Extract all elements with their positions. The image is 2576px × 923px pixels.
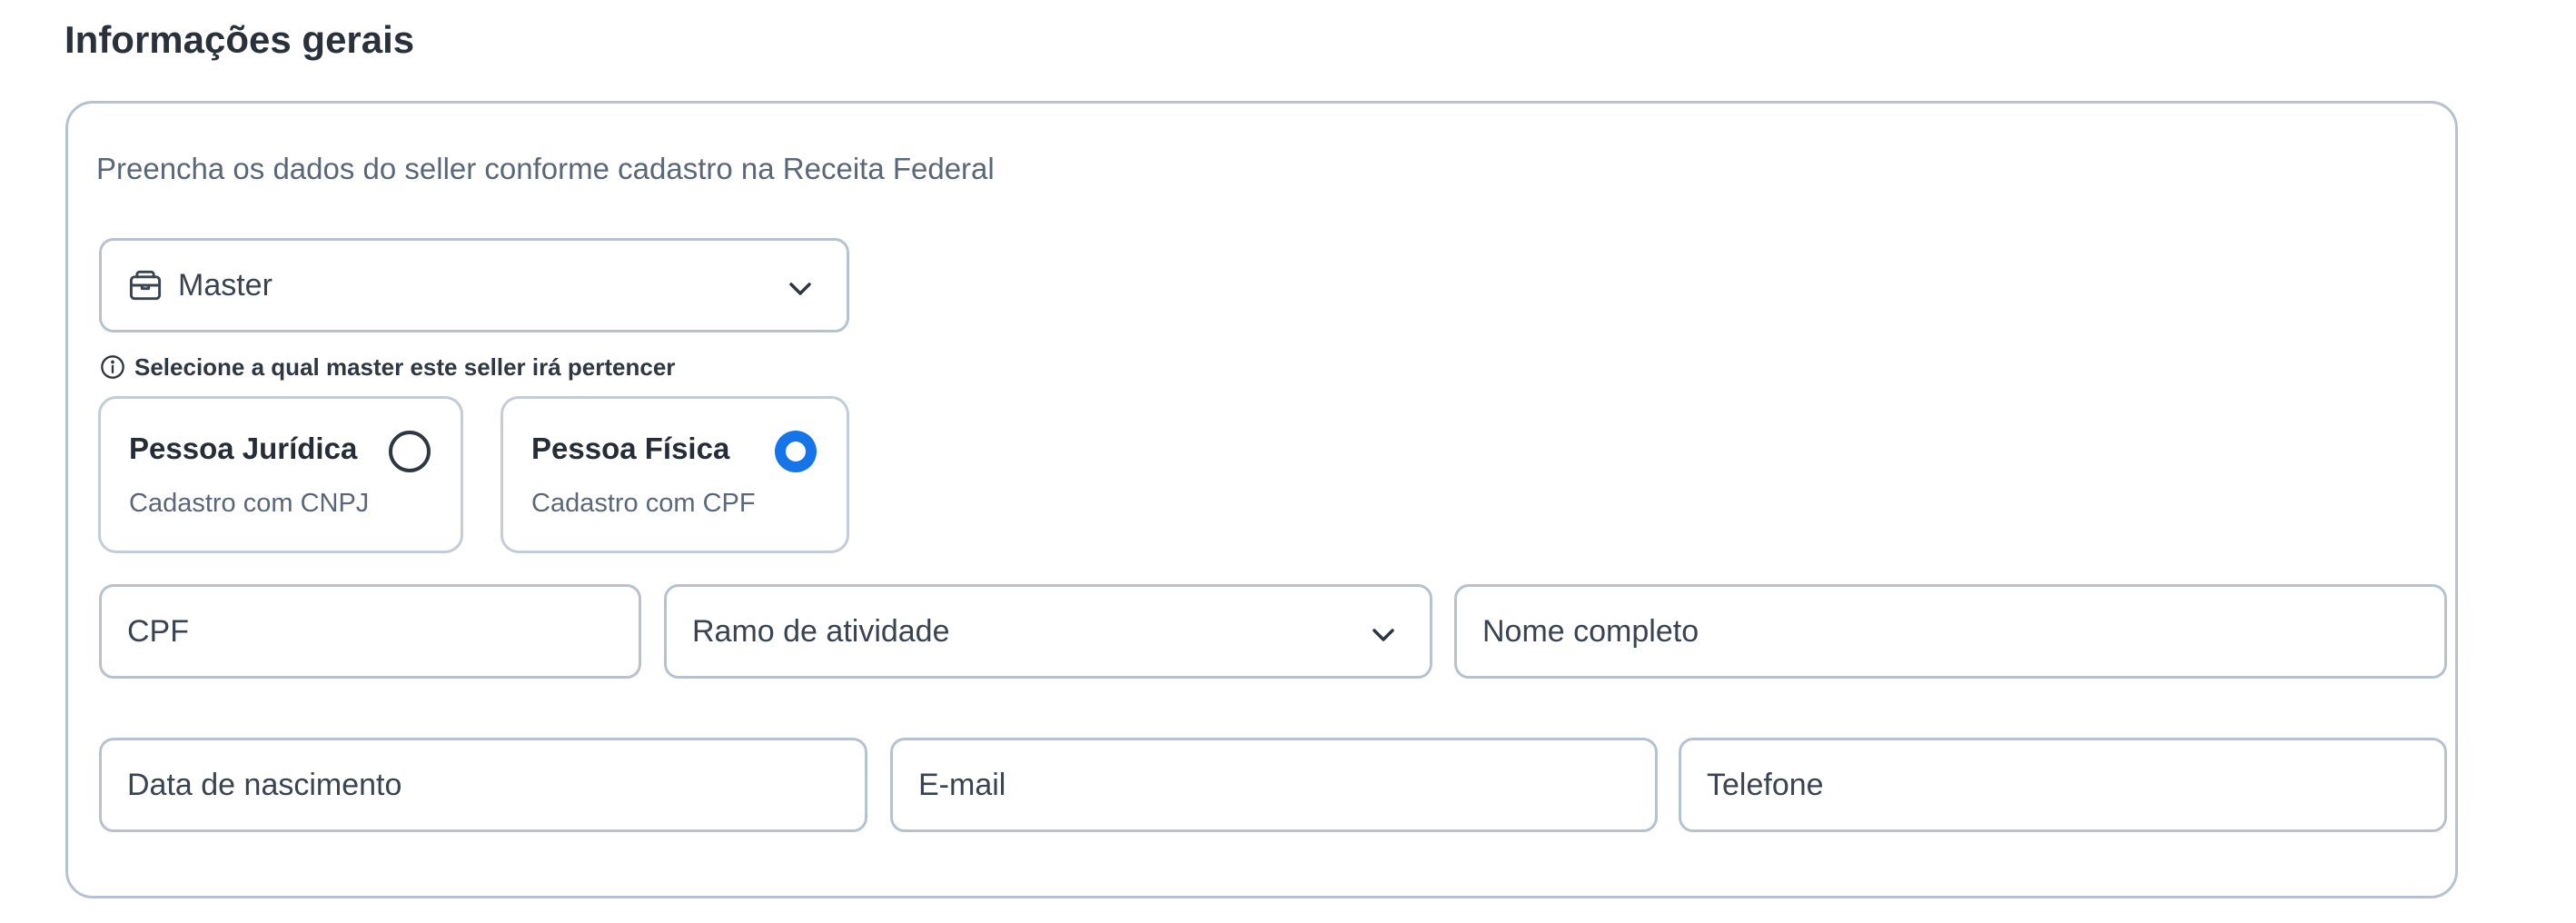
option-title: Pessoa Física	[531, 432, 730, 465]
cpf-placeholder: CPF	[127, 613, 189, 649]
nome-completo-input[interactable]: Nome completo	[1454, 584, 2447, 679]
option-subtitle: Cadastro com CNPJ	[129, 489, 370, 518]
email-input[interactable]: E-mail	[890, 738, 1658, 832]
info-icon	[100, 354, 125, 380]
data-nascimento-input[interactable]: Data de nascimento	[99, 738, 867, 832]
chevron-down-icon	[789, 283, 811, 295]
data-nascimento-placeholder: Data de nascimento	[127, 767, 402, 802]
master-hint: Selecione a qual master este seller irá …	[100, 349, 675, 385]
store-icon	[125, 265, 165, 305]
option-pessoa-fisica[interactable]: Pessoa Física Cadastro com CPF	[500, 396, 849, 553]
radio-unchecked-icon[interactable]	[389, 431, 431, 472]
telefone-placeholder: Telefone	[1707, 767, 1824, 802]
ramo-atividade-placeholder: Ramo de atividade	[692, 613, 950, 649]
option-pessoa-juridica[interactable]: Pessoa Jurídica Cadastro com CNPJ	[98, 396, 463, 553]
cpf-input[interactable]: CPF	[99, 584, 641, 679]
option-title: Pessoa Jurídica	[129, 432, 358, 465]
section-title: Informações gerais	[64, 18, 415, 61]
chevron-down-icon	[1372, 629, 1394, 641]
master-select-value: Master	[178, 267, 272, 303]
ramo-atividade-select[interactable]: Ramo de atividade	[664, 584, 1432, 679]
nome-completo-placeholder: Nome completo	[1482, 613, 1699, 649]
card-description: Preencha os dados do seller conforme cad…	[96, 152, 995, 185]
master-select[interactable]: Master	[99, 238, 849, 332]
radio-checked-icon[interactable]	[775, 431, 817, 472]
email-placeholder: E-mail	[918, 767, 1006, 802]
master-hint-text: Selecione a qual master este seller irá …	[134, 352, 676, 381]
option-subtitle: Cadastro com CPF	[531, 489, 756, 518]
telefone-input[interactable]: Telefone	[1679, 738, 2447, 832]
